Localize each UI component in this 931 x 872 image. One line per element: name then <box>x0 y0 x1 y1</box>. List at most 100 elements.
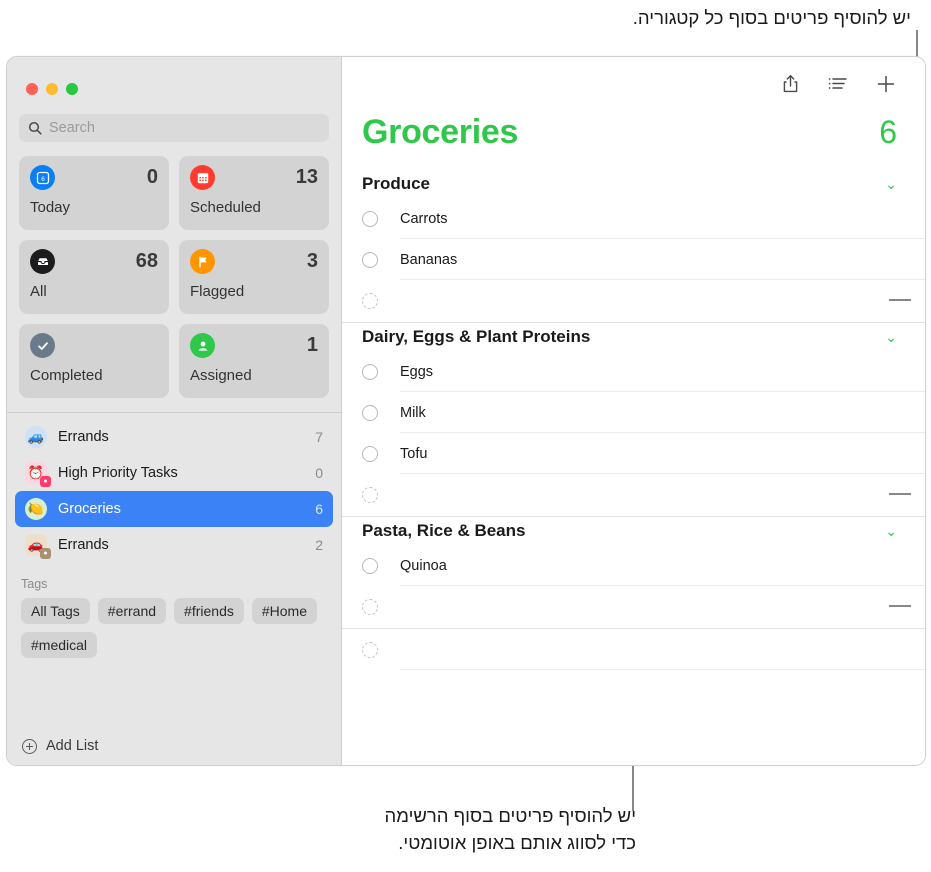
task-row[interactable]: Tofu <box>342 433 925 474</box>
calendar-day-icon: 6 <box>30 165 55 190</box>
group-produce: Produce ⌄ Carrots Bananas <box>342 170 925 323</box>
minimize-window-button[interactable] <box>46 83 58 95</box>
tag-chip-home[interactable]: #Home <box>251 598 317 624</box>
tags-section: Tags All Tags #errand #friends #Home #me… <box>7 563 341 658</box>
smart-list-today[interactable]: 6 0 Today <box>19 156 169 230</box>
person-icon <box>190 333 215 358</box>
callout-tick-mark <box>889 605 911 607</box>
group-header[interactable]: Dairy, Eggs & Plant Proteins ⌄ <box>342 323 925 351</box>
svg-text:6: 6 <box>41 176 45 183</box>
tags-heading: Tags <box>21 577 48 591</box>
new-task-checkbox[interactable] <box>362 292 378 309</box>
task-row[interactable]: Eggs <box>342 351 925 392</box>
content-toolbar <box>342 57 925 111</box>
task-title: Quinoa <box>400 557 447 574</box>
smart-list-scheduled[interactable]: 13 Scheduled <box>179 156 329 230</box>
completed-label: Completed <box>30 367 103 384</box>
search-icon <box>28 121 42 135</box>
callout-tick-mark <box>889 299 911 301</box>
tag-chip-friends[interactable]: #friends <box>174 598 244 624</box>
tag-chip-errand[interactable]: #errand <box>97 598 167 624</box>
trailing-new-task-row[interactable] <box>342 629 925 670</box>
task-title: Bananas <box>400 251 458 268</box>
smart-list-all[interactable]: 68 All <box>19 240 169 314</box>
close-window-button[interactable] <box>26 83 38 95</box>
list-item-count: 0 <box>315 465 323 481</box>
add-list-button[interactable]: Add List <box>7 727 341 765</box>
assigned-count: 1 <box>306 334 318 356</box>
list-title-row: Groceries 6 <box>342 113 925 152</box>
list-item-label: Groceries <box>58 501 121 517</box>
group-header[interactable]: Produce ⌄ <box>342 170 925 198</box>
group-title: Pasta, Rice & Beans <box>362 521 526 540</box>
new-task-row[interactable] <box>342 474 925 515</box>
bottom-callout-line-1: יש להוסיף פריטים בסוף הרשימה <box>384 805 636 826</box>
task-checkbox[interactable] <box>362 404 378 421</box>
smart-list-completed[interactable]: Completed <box>19 324 169 398</box>
flagged-label: Flagged <box>190 283 245 300</box>
task-row[interactable]: Milk <box>342 392 925 433</box>
smart-lists-grid: 6 0 Today 13 Scheduled 68 All 3 Flagged … <box>7 142 341 398</box>
groups-container: Produce ⌄ Carrots Bananas Dairy, Eggs & … <box>342 170 925 670</box>
task-row[interactable]: Carrots <box>342 198 925 239</box>
scheduled-count: 13 <box>295 166 318 188</box>
window-traffic-lights <box>7 57 341 95</box>
list-item-errands-2[interactable]: 🚗 ● Errands 2 <box>15 527 333 563</box>
share-icon[interactable] <box>779 73 801 95</box>
assigned-label: Assigned <box>190 367 252 384</box>
new-task-checkbox[interactable] <box>362 598 378 615</box>
list-options-icon[interactable] <box>827 73 849 95</box>
car-emoji-icon: 🚙 <box>25 426 47 448</box>
user-lists: 🚙 Errands 7 ⏰ ● High Priority Tasks 0 🍋 … <box>7 412 341 563</box>
add-reminder-icon[interactable] <box>875 73 897 95</box>
shared-list-badge-icon: ● <box>40 476 51 487</box>
chevron-down-icon[interactable]: ⌄ <box>885 524 897 538</box>
sidebar-item-groceries[interactable]: 🍋 Groceries 6 <box>15 491 333 527</box>
tag-chip-all-tags[interactable]: All Tags <box>21 598 90 624</box>
inbox-tray-icon <box>30 249 55 274</box>
group-header[interactable]: Pasta, Rice & Beans ⌄ <box>342 517 925 545</box>
task-checkbox[interactable] <box>362 445 378 462</box>
smart-list-assigned[interactable]: 1 Assigned <box>179 324 329 398</box>
task-row[interactable]: Quinoa <box>342 545 925 586</box>
page-title: Groceries <box>362 113 519 151</box>
smart-list-flagged[interactable]: 3 Flagged <box>179 240 329 314</box>
group-title: Produce <box>362 174 431 193</box>
task-title: Eggs <box>400 363 434 380</box>
new-task-checkbox[interactable] <box>362 486 378 503</box>
row-separator <box>400 669 925 670</box>
list-item-errands-1[interactable]: 🚙 Errands 7 <box>15 419 333 455</box>
task-title: Carrots <box>400 210 448 227</box>
checkmark-icon <box>30 333 55 358</box>
new-task-row[interactable] <box>342 280 925 321</box>
callout-tick-mark <box>889 493 911 495</box>
bottom-callout-line-2: כדי לסווג אותם באופן אוטומטי. <box>398 831 636 853</box>
tag-chip-medical[interactable]: #medical <box>21 632 98 658</box>
task-title: Milk <box>400 404 426 421</box>
lemon-emoji-icon: 🍋 <box>25 498 47 520</box>
new-task-row[interactable] <box>342 586 925 627</box>
new-task-checkbox[interactable] <box>362 641 378 658</box>
zoom-window-button[interactable] <box>66 83 78 95</box>
task-checkbox[interactable] <box>362 210 378 227</box>
sidebar: Search 6 0 Today 13 Scheduled 68 All 3 F… <box>7 57 342 765</box>
task-checkbox[interactable] <box>362 363 378 380</box>
top-callout-text: יש להוסיף פריטים בסוף כל קטגוריה. <box>632 7 911 28</box>
reminders-detail-pane: Groceries 6 Produce ⌄ Carrots Bananas Da… <box>342 57 925 765</box>
task-checkbox[interactable] <box>362 557 378 574</box>
reminders-window: Search 6 0 Today 13 Scheduled 68 All 3 F… <box>6 56 926 766</box>
group-pasta-rice-beans: Pasta, Rice & Beans ⌄ Quinoa <box>342 517 925 629</box>
task-row[interactable]: Bananas <box>342 239 925 280</box>
list-total-count: 6 <box>879 114 897 150</box>
list-item-label: Errands <box>58 429 109 445</box>
task-checkbox[interactable] <box>362 251 378 268</box>
search-input[interactable]: Search <box>19 114 329 142</box>
list-item-count: 2 <box>315 537 323 553</box>
task-title: Tofu <box>400 445 428 462</box>
chevron-down-icon[interactable]: ⌄ <box>885 177 897 191</box>
search-container: Search <box>7 95 341 142</box>
list-item-count: 7 <box>315 429 323 445</box>
flagged-count: 3 <box>306 250 318 272</box>
chevron-down-icon[interactable]: ⌄ <box>885 330 897 344</box>
list-item-high-priority-tasks[interactable]: ⏰ ● High Priority Tasks 0 <box>15 455 333 491</box>
